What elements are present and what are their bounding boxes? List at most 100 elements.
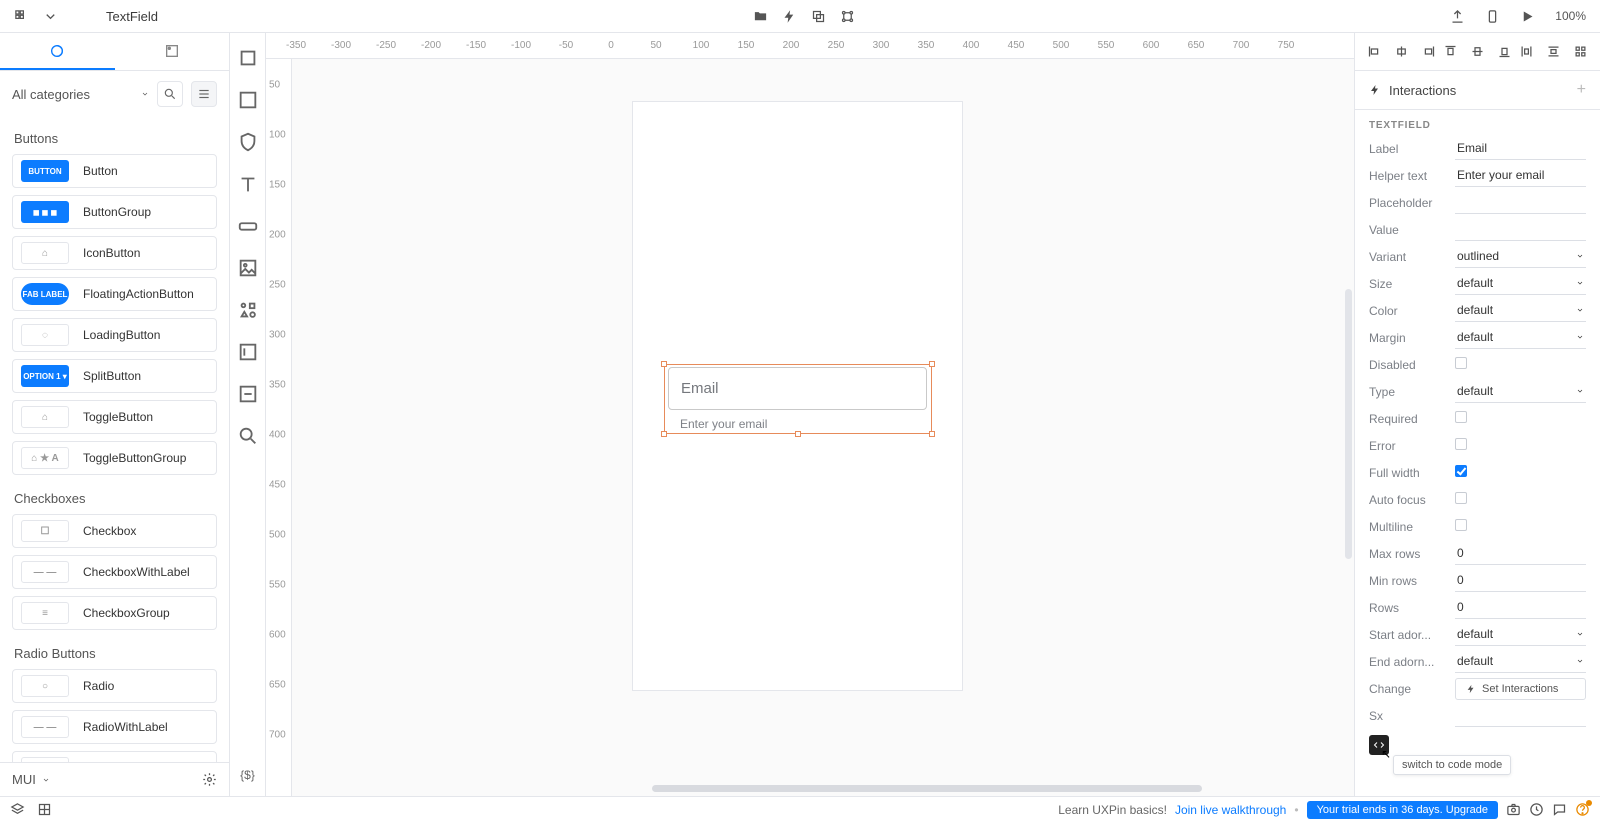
property-select[interactable]: default: [1455, 623, 1586, 646]
add-interaction-button[interactable]: +: [1577, 81, 1586, 99]
walkthrough-link[interactable]: Join live walkthrough: [1175, 803, 1286, 817]
library-item[interactable]: ⌂ToggleButton: [12, 400, 217, 434]
align-h-center-icon[interactable]: [1394, 44, 1409, 59]
ruler-vertical: 5010015020025030035040045050055060065070…: [266, 59, 292, 796]
breadcrumb[interactable]: TextField: [106, 9, 158, 24]
library-item-label: SplitButton: [83, 369, 141, 383]
property-select[interactable]: default: [1455, 272, 1586, 295]
upload-icon[interactable]: [1450, 9, 1465, 24]
library-item[interactable]: FAB LABELFloatingActionButton: [12, 277, 217, 311]
library-item[interactable]: ☐Checkbox: [12, 514, 217, 548]
library-item[interactable]: OPTION 1 ▾SplitButton: [12, 359, 217, 393]
library-item[interactable]: BUTTONButton: [12, 154, 217, 188]
property-checkbox[interactable]: [1455, 519, 1467, 531]
play-icon[interactable]: [1520, 9, 1535, 24]
property-label: Auto focus: [1369, 493, 1447, 507]
library-item[interactable]: ◼ ◼ ◼ButtonGroup: [12, 195, 217, 229]
tool-variables[interactable]: {$}: [237, 764, 259, 786]
help-icon[interactable]: [1575, 802, 1590, 817]
library-item[interactable]: ≡RadioGroup: [12, 751, 217, 762]
property-checkbox[interactable]: [1455, 492, 1467, 504]
property-input[interactable]: [1455, 164, 1586, 187]
tool-search[interactable]: [237, 425, 259, 447]
category-filter-label: All categories: [12, 87, 90, 102]
interactions-section[interactable]: Interactions +: [1355, 71, 1600, 110]
property-row: Size default: [1369, 270, 1586, 297]
library-item[interactable]: ⌂IconButton: [12, 236, 217, 270]
align-v-center-icon[interactable]: [1470, 44, 1485, 59]
clock-icon[interactable]: [1529, 802, 1544, 817]
property-select[interactable]: default: [1455, 650, 1586, 673]
property-select[interactable]: outlined: [1455, 245, 1586, 268]
tool-image[interactable]: [237, 257, 259, 279]
trial-upgrade-pill[interactable]: Your trial ends in 36 days. Upgrade: [1307, 801, 1498, 819]
property-checkbox[interactable]: [1455, 357, 1467, 369]
align-bottom-icon[interactable]: [1497, 44, 1512, 59]
property-label: Full width: [1369, 466, 1447, 480]
align-top-icon[interactable]: [1443, 44, 1458, 59]
property-input[interactable]: [1455, 191, 1586, 214]
library-item-thumb: — —: [21, 561, 69, 583]
property-input[interactable]: [1455, 218, 1586, 241]
property-input[interactable]: [1455, 137, 1586, 160]
library-item[interactable]: ≡CheckboxGroup: [12, 596, 217, 630]
align-left-icon[interactable]: [1367, 44, 1382, 59]
camera-icon[interactable]: [1506, 802, 1521, 817]
tool-hotspot[interactable]: [237, 383, 259, 405]
tab-layers[interactable]: [115, 33, 230, 70]
chat-icon[interactable]: [1552, 802, 1567, 817]
library-item[interactable]: ⌂ ★ AToggleButtonGroup: [12, 441, 217, 475]
tool-button[interactable]: [237, 215, 259, 237]
zoom-level[interactable]: 100%: [1555, 9, 1586, 23]
tab-design-libraries[interactable]: [0, 33, 115, 70]
set-interactions-button[interactable]: Set Interactions: [1455, 678, 1586, 700]
library-item-label: ToggleButtonGroup: [83, 451, 186, 465]
property-select[interactable]: default: [1455, 326, 1586, 349]
textfield-component[interactable]: Email: [668, 367, 927, 410]
property-checkbox[interactable]: [1455, 411, 1467, 423]
tool-text[interactable]: [237, 173, 259, 195]
gear-icon[interactable]: [202, 772, 217, 787]
apps-icon[interactable]: [14, 9, 29, 24]
library-view-list-button[interactable]: [191, 81, 217, 107]
property-input[interactable]: [1455, 542, 1586, 565]
share-nodes-icon[interactable]: [840, 9, 855, 24]
code-mode-button[interactable]: [1369, 735, 1389, 755]
folder-icon[interactable]: [753, 9, 768, 24]
lightning-icon[interactable]: [782, 9, 797, 24]
layers-icon[interactable]: [10, 802, 25, 817]
property-label: Value: [1369, 223, 1447, 237]
chevron-down-icon[interactable]: [43, 9, 58, 24]
tool-box[interactable]: [237, 89, 259, 111]
canvas-v-scrollbar[interactable]: [1345, 289, 1352, 559]
library-selector[interactable]: MUI: [12, 772, 50, 787]
canvas[interactable]: -350-300-250-200-150-100-500501001502002…: [266, 33, 1354, 796]
library-search-button[interactable]: [157, 81, 183, 107]
library-item[interactable]: — —CheckboxWithLabel: [12, 555, 217, 589]
property-select[interactable]: default: [1455, 299, 1586, 322]
tool-input[interactable]: [237, 341, 259, 363]
device-icon[interactable]: [1485, 9, 1500, 24]
property-checkbox[interactable]: [1455, 465, 1467, 477]
stack-icon[interactable]: [811, 9, 826, 24]
component-library-panel: All categories ButtonsBUTTONButton◼ ◼ ◼B…: [0, 33, 230, 796]
property-input[interactable]: [1455, 704, 1586, 727]
tool-icons[interactable]: [237, 299, 259, 321]
category-filter[interactable]: All categories: [12, 87, 149, 102]
tool-frame[interactable]: [237, 47, 259, 69]
library-item[interactable]: ○Radio: [12, 669, 217, 703]
library-item[interactable]: ◌LoadingButton: [12, 318, 217, 352]
tool-shield[interactable]: [237, 131, 259, 153]
property-input[interactable]: [1455, 569, 1586, 592]
property-label: Size: [1369, 277, 1447, 291]
property-input[interactable]: [1455, 596, 1586, 619]
canvas-h-scrollbar[interactable]: [652, 785, 1202, 792]
grid-icon[interactable]: [37, 802, 52, 817]
status-bar: Learn UXPin basics! Join live walkthroug…: [0, 796, 1600, 822]
align-right-icon[interactable]: [1421, 44, 1436, 59]
property-checkbox[interactable]: [1455, 438, 1467, 450]
library-item-label: Button: [83, 164, 118, 178]
component-list[interactable]: ButtonsBUTTONButton◼ ◼ ◼ButtonGroup⌂Icon…: [0, 115, 229, 762]
library-item[interactable]: — —RadioWithLabel: [12, 710, 217, 744]
property-select[interactable]: default: [1455, 380, 1586, 403]
